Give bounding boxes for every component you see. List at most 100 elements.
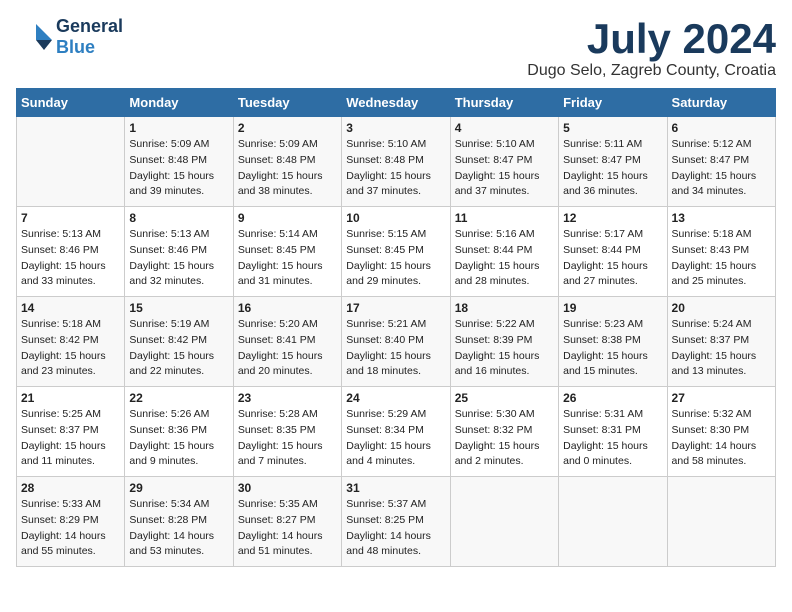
day-detail: Sunrise: 5:10 AM Sunset: 8:47 PM Dayligh…	[455, 137, 554, 200]
day-detail: Sunrise: 5:12 AM Sunset: 8:47 PM Dayligh…	[672, 137, 771, 200]
day-number: 28	[21, 481, 120, 495]
calendar-cell: 15 Sunrise: 5:19 AM Sunset: 8:42 PM Dayli…	[125, 297, 233, 387]
day-number: 5	[563, 121, 662, 135]
location-subtitle: Dugo Selo, Zagreb County, Croatia	[527, 62, 776, 80]
calendar-cell: 14 Sunrise: 5:18 AM Sunset: 8:42 PM Dayli…	[17, 297, 125, 387]
day-detail: Sunrise: 5:29 AM Sunset: 8:34 PM Dayligh…	[346, 407, 445, 470]
calendar-cell: 13Sunrise: 5:18 AM Sunset: 8:43 PM Dayli…	[667, 207, 775, 297]
day-detail: Sunrise: 5:20 AM Sunset: 8:41 PM Dayligh…	[238, 317, 337, 380]
day-detail: Sunrise: 5:09 AM Sunset: 8:48 PM Dayligh…	[129, 137, 228, 200]
day-detail: Sunrise: 5:32 AM Sunset: 8:30 PM Dayligh…	[672, 407, 771, 470]
day-number: 24	[346, 391, 445, 405]
logo-icon	[16, 22, 52, 52]
calendar-week-row: 21Sunrise: 5:25 AM Sunset: 8:37 PM Dayli…	[17, 387, 776, 477]
month-year-title: July 2024	[527, 16, 776, 62]
day-number: 9	[238, 211, 337, 225]
day-detail: Sunrise: 5:33 AM Sunset: 8:29 PM Dayligh…	[21, 497, 120, 560]
calendar-cell: 20 Sunrise: 5:24 AM Sunset: 8:37 PM Dayli…	[667, 297, 775, 387]
calendar-cell	[559, 477, 667, 567]
day-number: 15	[129, 301, 228, 315]
calendar-cell: 4 Sunrise: 5:10 AM Sunset: 8:47 PM Daylig…	[450, 117, 558, 207]
logo: General Blue	[16, 16, 123, 58]
calendar-cell: 16 Sunrise: 5:20 AM Sunset: 8:41 PM Dayli…	[233, 297, 341, 387]
weekday-header-friday: Friday	[559, 89, 667, 117]
calendar-cell: 6 Sunrise: 5:12 AM Sunset: 8:47 PM Daylig…	[667, 117, 775, 207]
calendar-cell: 28 Sunrise: 5:33 AM Sunset: 8:29 PM Dayli…	[17, 477, 125, 567]
calendar-cell	[667, 477, 775, 567]
weekday-header-monday: Monday	[125, 89, 233, 117]
day-detail: Sunrise: 5:14 AM Sunset: 8:45 PM Dayligh…	[238, 227, 337, 290]
weekday-header-tuesday: Tuesday	[233, 89, 341, 117]
day-number: 6	[672, 121, 771, 135]
day-number: 18	[455, 301, 554, 315]
calendar-cell: 23Sunrise: 5:28 AM Sunset: 8:35 PM Dayli…	[233, 387, 341, 477]
calendar-cell: 27 Sunrise: 5:32 AM Sunset: 8:30 PM Dayli…	[667, 387, 775, 477]
day-detail: Sunrise: 5:13 AM Sunset: 8:46 PM Dayligh…	[21, 227, 120, 290]
day-detail: Sunrise: 5:17 AM Sunset: 8:44 PM Dayligh…	[563, 227, 662, 290]
day-detail: Sunrise: 5:19 AM Sunset: 8:42 PM Dayligh…	[129, 317, 228, 380]
calendar-cell: 9 Sunrise: 5:14 AM Sunset: 8:45 PM Daylig…	[233, 207, 341, 297]
calendar-cell	[17, 117, 125, 207]
calendar-cell: 5 Sunrise: 5:11 AM Sunset: 8:47 PM Daylig…	[559, 117, 667, 207]
calendar-cell: 7 Sunrise: 5:13 AM Sunset: 8:46 PM Daylig…	[17, 207, 125, 297]
day-number: 14	[21, 301, 120, 315]
day-detail: Sunrise: 5:13 AM Sunset: 8:46 PM Dayligh…	[129, 227, 228, 290]
day-number: 27	[672, 391, 771, 405]
day-detail: Sunrise: 5:10 AM Sunset: 8:48 PM Dayligh…	[346, 137, 445, 200]
day-number: 4	[455, 121, 554, 135]
logo-blue-text: Blue	[56, 37, 95, 57]
day-detail: Sunrise: 5:23 AM Sunset: 8:38 PM Dayligh…	[563, 317, 662, 380]
day-number: 30	[238, 481, 337, 495]
calendar-cell: 19 Sunrise: 5:23 AM Sunset: 8:38 PM Dayli…	[559, 297, 667, 387]
day-number: 17	[346, 301, 445, 315]
day-detail: Sunrise: 5:11 AM Sunset: 8:47 PM Dayligh…	[563, 137, 662, 200]
calendar-week-row: 28 Sunrise: 5:33 AM Sunset: 8:29 PM Dayli…	[17, 477, 776, 567]
day-detail: Sunrise: 5:24 AM Sunset: 8:37 PM Dayligh…	[672, 317, 771, 380]
day-detail: Sunrise: 5:09 AM Sunset: 8:48 PM Dayligh…	[238, 137, 337, 200]
calendar-cell: 25 Sunrise: 5:30 AM Sunset: 8:32 PM Dayli…	[450, 387, 558, 477]
day-number: 21	[21, 391, 120, 405]
calendar-cell: 10 Sunrise: 5:15 AM Sunset: 8:45 PM Dayli…	[342, 207, 450, 297]
day-number: 31	[346, 481, 445, 495]
calendar-cell: 31 Sunrise: 5:37 AM Sunset: 8:25 PM Dayli…	[342, 477, 450, 567]
calendar-cell: 1Sunrise: 5:09 AM Sunset: 8:48 PM Daylig…	[125, 117, 233, 207]
page-header: General Blue July 2024 Dugo Selo, Zagreb…	[16, 16, 776, 80]
day-detail: Sunrise: 5:16 AM Sunset: 8:44 PM Dayligh…	[455, 227, 554, 290]
day-number: 20	[672, 301, 771, 315]
day-detail: Sunrise: 5:15 AM Sunset: 8:45 PM Dayligh…	[346, 227, 445, 290]
calendar-cell: 8Sunrise: 5:13 AM Sunset: 8:46 PM Daylig…	[125, 207, 233, 297]
weekday-header-thursday: Thursday	[450, 89, 558, 117]
day-number: 16	[238, 301, 337, 315]
day-detail: Sunrise: 5:34 AM Sunset: 8:28 PM Dayligh…	[129, 497, 228, 560]
calendar-cell: 17Sunrise: 5:21 AM Sunset: 8:40 PM Dayli…	[342, 297, 450, 387]
day-number: 25	[455, 391, 554, 405]
calendar-cell: 26Sunrise: 5:31 AM Sunset: 8:31 PM Dayli…	[559, 387, 667, 477]
calendar-cell: 2 Sunrise: 5:09 AM Sunset: 8:48 PM Daylig…	[233, 117, 341, 207]
day-number: 26	[563, 391, 662, 405]
day-number: 10	[346, 211, 445, 225]
weekday-header-sunday: Sunday	[17, 89, 125, 117]
calendar-cell: 11 Sunrise: 5:16 AM Sunset: 8:44 PM Dayli…	[450, 207, 558, 297]
day-number: 2	[238, 121, 337, 135]
day-number: 12	[563, 211, 662, 225]
calendar-cell: 30 Sunrise: 5:35 AM Sunset: 8:27 PM Dayli…	[233, 477, 341, 567]
day-detail: Sunrise: 5:30 AM Sunset: 8:32 PM Dayligh…	[455, 407, 554, 470]
calendar-cell: 21Sunrise: 5:25 AM Sunset: 8:37 PM Dayli…	[17, 387, 125, 477]
day-number: 29	[129, 481, 228, 495]
calendar-cell	[450, 477, 558, 567]
calendar-cell: 29 Sunrise: 5:34 AM Sunset: 8:28 PM Dayli…	[125, 477, 233, 567]
day-number: 19	[563, 301, 662, 315]
day-detail: Sunrise: 5:37 AM Sunset: 8:25 PM Dayligh…	[346, 497, 445, 560]
day-detail: Sunrise: 5:26 AM Sunset: 8:36 PM Dayligh…	[129, 407, 228, 470]
calendar-week-row: 7 Sunrise: 5:13 AM Sunset: 8:46 PM Daylig…	[17, 207, 776, 297]
day-detail: Sunrise: 5:18 AM Sunset: 8:42 PM Dayligh…	[21, 317, 120, 380]
day-number: 3	[346, 121, 445, 135]
day-number: 7	[21, 211, 120, 225]
day-detail: Sunrise: 5:18 AM Sunset: 8:43 PM Dayligh…	[672, 227, 771, 290]
day-detail: Sunrise: 5:35 AM Sunset: 8:27 PM Dayligh…	[238, 497, 337, 560]
calendar-cell: 3 Sunrise: 5:10 AM Sunset: 8:48 PM Daylig…	[342, 117, 450, 207]
day-detail: Sunrise: 5:22 AM Sunset: 8:39 PM Dayligh…	[455, 317, 554, 380]
calendar-cell: 12 Sunrise: 5:17 AM Sunset: 8:44 PM Dayli…	[559, 207, 667, 297]
logo-general-text: General	[56, 16, 123, 36]
day-number: 11	[455, 211, 554, 225]
